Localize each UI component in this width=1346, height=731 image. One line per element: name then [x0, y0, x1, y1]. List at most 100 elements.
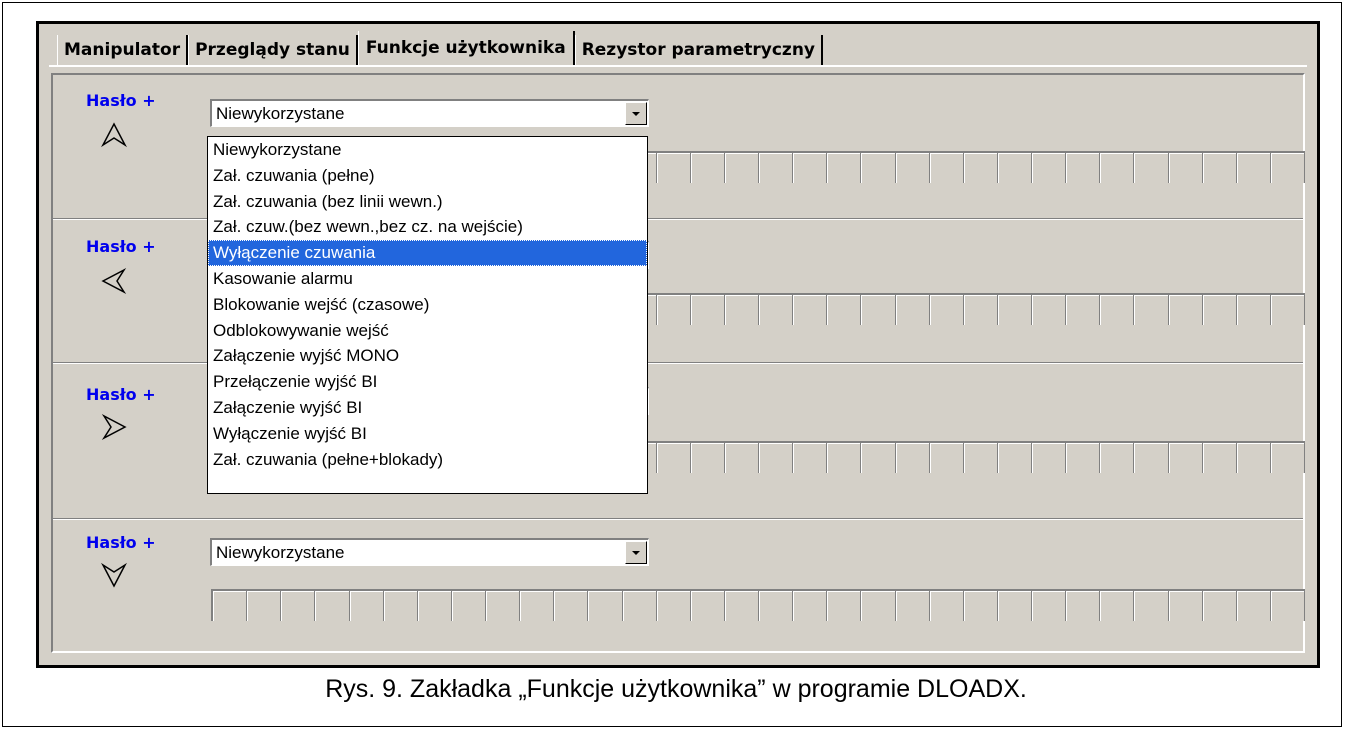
- sequence-cell: [861, 153, 896, 183]
- sequence-cell: [1271, 443, 1305, 473]
- dropdown-option[interactable]: Załączenie wyjść MONO: [208, 343, 647, 369]
- sequence-cell: [418, 591, 452, 621]
- password-plus-label: Hasło +: [86, 533, 156, 552]
- sequence-cell: [1203, 591, 1237, 621]
- tab-rezystor-parametryczny[interactable]: Rezystor parametryczny: [574, 35, 823, 65]
- function-select-down[interactable]: Niewykorzystane: [210, 538, 649, 566]
- dropdown-option[interactable]: Kasowanie alarmu: [208, 266, 647, 292]
- sequence-cell: [1032, 295, 1067, 325]
- sequence-cell: [896, 295, 930, 325]
- sequence-cell: [793, 295, 828, 325]
- sequence-cell: [930, 295, 964, 325]
- sequence-cell: [1032, 153, 1067, 183]
- tab-bar: Manipulator Przeglądy stanu Funkcje użyt…: [57, 31, 823, 65]
- sequence-cell: [1134, 591, 1169, 621]
- sequence-cell: [1271, 295, 1305, 325]
- sequence-cell: [1271, 591, 1305, 621]
- function-dropdown-list[interactable]: Niewykorzystane Zał. czuwania (pełne) Za…: [207, 136, 648, 494]
- sequence-cell: [964, 591, 998, 621]
- sequence-cell: [1100, 443, 1135, 473]
- section-down: Hasło + Niewykorzystane: [53, 519, 1305, 659]
- sequence-cell: [213, 591, 248, 621]
- sequence-cell: [520, 591, 555, 621]
- sequence-cell: [1169, 295, 1203, 325]
- password-plus-label: Hasło +: [86, 237, 156, 256]
- sequence-cell: [930, 443, 964, 473]
- sequence-cell: [1237, 295, 1271, 325]
- sequence-cell: [691, 153, 725, 183]
- sequence-cell: [793, 153, 828, 183]
- sequence-cell: [1237, 443, 1271, 473]
- sequence-cell: [1100, 591, 1135, 621]
- sequence-cell: [350, 591, 384, 621]
- tab-funkcje-uzytkownika[interactable]: Funkcje użytkownika: [357, 31, 575, 65]
- sequence-cell: [896, 591, 930, 621]
- tab-manipulator[interactable]: Manipulator: [57, 35, 189, 65]
- sequence-cell: [930, 591, 964, 621]
- tab-przeglady-stanu[interactable]: Przeglądy stanu: [188, 35, 358, 65]
- sequence-cell: [1169, 591, 1203, 621]
- sequence-cell: [964, 295, 998, 325]
- sequence-cell: [1134, 443, 1169, 473]
- dropdown-option[interactable]: Odblokowywanie wejść: [208, 318, 647, 344]
- sequence-cell: [691, 443, 725, 473]
- sequence-cell: [1066, 443, 1101, 473]
- dropdown-option-highlighted[interactable]: Wyłączenie czuwania: [208, 240, 647, 266]
- sequence-cell: [486, 591, 521, 621]
- chevron-down-icon[interactable]: [625, 541, 647, 564]
- sequence-cell: [452, 591, 486, 621]
- sequence-cell: [759, 443, 794, 473]
- down-arrow-icon: [101, 562, 127, 588]
- sequence-cells: [211, 589, 1305, 621]
- chevron-down-icon[interactable]: [625, 102, 647, 125]
- function-select-up[interactable]: Niewykorzystane: [210, 99, 649, 127]
- password-plus-label: Hasło +: [86, 385, 156, 404]
- sequence-cell: [725, 295, 759, 325]
- dropdown-option[interactable]: Zał. czuwania (pełne+blokady): [208, 447, 647, 473]
- sequence-cell: [998, 153, 1032, 183]
- sequence-cell: [1203, 443, 1237, 473]
- sequence-cell: [930, 153, 964, 183]
- sequence-cell: [1169, 443, 1203, 473]
- sequence-cell: [964, 443, 998, 473]
- sequence-cell: [623, 591, 657, 621]
- sequence-cell: [759, 295, 794, 325]
- dropdown-option[interactable]: Wyłączenie wyjść BI: [208, 421, 647, 447]
- tab-divider: [49, 65, 1307, 67]
- right-arrow-icon: [101, 414, 127, 440]
- sequence-cell: [691, 591, 725, 621]
- sequence-cell: [1271, 153, 1305, 183]
- sequence-cell: [657, 295, 691, 325]
- dropdown-option[interactable]: Załączenie wyjść BI: [208, 395, 647, 421]
- sequence-cell: [1032, 591, 1067, 621]
- sequence-cell: [827, 591, 862, 621]
- sequence-cell: [657, 591, 691, 621]
- sequence-cell: [827, 295, 862, 325]
- sequence-cell: [998, 295, 1032, 325]
- dropdown-option[interactable]: Zał. czuwania (bez linii wewn.): [208, 189, 647, 215]
- sequence-cell: [896, 443, 930, 473]
- sequence-cell: [896, 153, 930, 183]
- sequence-cell: [315, 591, 350, 621]
- sequence-cell: [964, 153, 998, 183]
- sequence-cell: [1066, 591, 1101, 621]
- dropdown-option[interactable]: Niewykorzystane: [208, 137, 647, 163]
- dropdown-option[interactable]: Blokowanie wejść (czasowe): [208, 292, 647, 318]
- dropdown-option[interactable]: Zał. czuw.(bez wewn.,bez cz. na wejście): [208, 214, 647, 240]
- password-plus-label: Hasło +: [86, 91, 156, 110]
- sequence-cell: [759, 153, 794, 183]
- sequence-cell: [657, 153, 691, 183]
- dropdown-option[interactable]: Przełączenie wyjść BI: [208, 369, 647, 395]
- sequence-cell: [1100, 295, 1135, 325]
- dropdown-option[interactable]: Zał. czuwania (pełne): [208, 163, 647, 189]
- left-arrow-icon: [101, 268, 127, 294]
- up-arrow-icon: [101, 122, 127, 148]
- sequence-cell: [861, 295, 896, 325]
- selected-value: Niewykorzystane: [216, 104, 345, 123]
- sequence-cell: [1032, 443, 1067, 473]
- sequence-cell: [793, 443, 828, 473]
- sequence-cell: [759, 591, 794, 621]
- sequence-cell: [998, 591, 1032, 621]
- sequence-cell: [827, 153, 862, 183]
- sequence-cell: [691, 295, 725, 325]
